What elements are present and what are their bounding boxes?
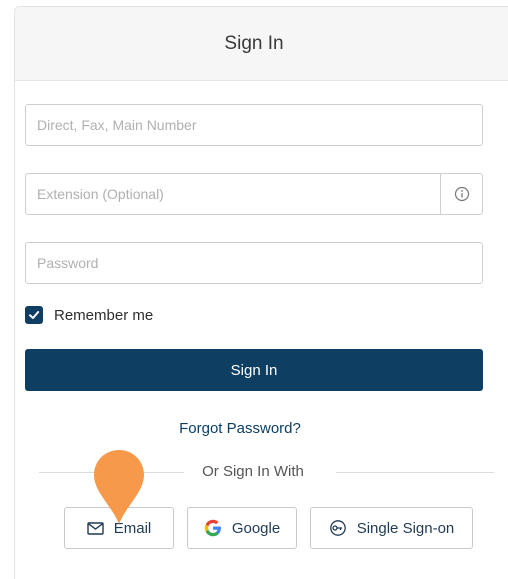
remember-me-checkbox[interactable] [25, 306, 43, 324]
card-header: Sign In [15, 7, 508, 81]
google-icon [204, 519, 222, 537]
checkmark-icon [29, 311, 40, 319]
phone-number-field[interactable] [25, 104, 483, 146]
sign-in-button[interactable]: Sign In [25, 349, 483, 391]
extension-input[interactable] [26, 174, 440, 214]
password-input[interactable] [26, 243, 482, 283]
sso-signin-button[interactable]: Single Sign-on [310, 507, 473, 549]
google-signin-button[interactable]: Google [187, 507, 297, 549]
phone-number-input[interactable] [26, 105, 482, 145]
info-icon [454, 186, 469, 202]
location-pin-marker [94, 450, 144, 524]
page-title: Sign In [224, 33, 284, 54]
extension-info-button[interactable] [440, 174, 482, 214]
remember-me-label: Remember me [54, 306, 154, 324]
google-signin-label: Google [231, 519, 281, 537]
or-sign-in-with-label: Or Sign In With [202, 463, 304, 480]
remember-me-row: Remember me [25, 306, 153, 324]
divider-line-right [336, 472, 494, 473]
forgot-password-link[interactable]: Forgot Password? [0, 420, 480, 437]
password-field[interactable] [25, 242, 483, 284]
extension-field[interactable] [25, 173, 483, 215]
sso-signin-label: Single Sign-on [356, 519, 455, 537]
signin-card: Sign In [14, 6, 508, 579]
key-icon [329, 519, 347, 537]
